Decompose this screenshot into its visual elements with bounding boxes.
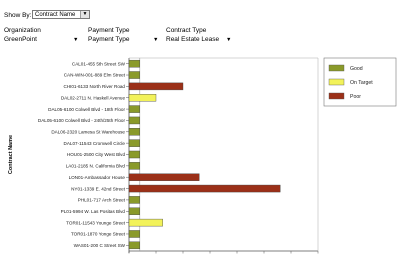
- bar: [128, 82, 184, 91]
- bar: [128, 105, 141, 113]
- y-tick-label: LA01-2185 N. California Blvd: [66, 164, 126, 169]
- y-tick-label: DAL07-11543 Cromwell Circle: [64, 141, 126, 146]
- bar: [128, 184, 281, 193]
- legend-swatch: [328, 78, 345, 86]
- contract-bar-chart: Contract Name CAL01-455 5th Street SW CAN-…: [8, 57, 397, 256]
- legend-label: On Target: [350, 80, 373, 86]
- bar: [128, 128, 141, 136]
- y-tick-label: PHL01-717 Arch Street: [78, 198, 126, 203]
- y-tick-label: CAL01-455 5th Street SW: [72, 61, 126, 66]
- y-tick-label: WAS01-200 C Street SW: [74, 243, 126, 248]
- legend-label: Poor: [350, 94, 361, 100]
- bar: [128, 94, 157, 102]
- y-tick-label: DAL05-6100 Colwell Blvd - 18th Floor: [48, 107, 125, 112]
- bar: [128, 230, 141, 238]
- bar: [128, 173, 200, 181]
- y-tick-label: DAL02-2711 N. Haskell Avenue: [61, 95, 126, 100]
- y-tick-label: DAL05-6100 Colwell Blvd - 24th/25th Floo…: [38, 118, 126, 123]
- y-tick-label: CAN-WIN-001-889 Elm Street: [64, 73, 126, 78]
- legend-label: Good: [350, 66, 363, 72]
- bar: [128, 71, 141, 79]
- y-tick-label: LON01-Ambassador House: [69, 175, 126, 180]
- y-tick-label: HOU01-2500 City West Blvd: [67, 152, 126, 157]
- bar: [128, 196, 141, 204]
- bar: [128, 207, 141, 215]
- bar: [128, 116, 141, 125]
- y-tick-label: TOR01-1870 Yonge Street: [71, 232, 126, 237]
- bar: [128, 59, 141, 68]
- bar: [128, 139, 141, 147]
- y-tick-label: TOR01-11543 Younge Street: [66, 220, 126, 225]
- legend-swatch: [328, 64, 345, 72]
- bar: [128, 150, 141, 159]
- y-tick-label: CHI01-6133 North River Road: [63, 84, 125, 89]
- legend-swatch: [328, 92, 345, 100]
- bar: [128, 241, 141, 250]
- y-tick-label: DAL06-2320 Lamesa St Warehouse: [51, 129, 125, 134]
- y-tick-label: NY01-1339 E. 42nd Street: [71, 186, 126, 191]
- y-axis-title: Contract Name: [8, 135, 14, 174]
- bar: [128, 162, 141, 170]
- y-tick-label: PL01-5994 W. Las Positas Blvd: [61, 209, 126, 214]
- bar: [128, 218, 163, 227]
